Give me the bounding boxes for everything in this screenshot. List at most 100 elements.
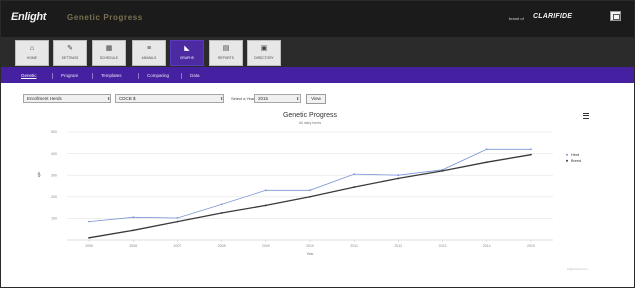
y-tick-label: 100 (51, 217, 57, 221)
x-tick-label: 2005 (85, 244, 93, 248)
toolbar-directory-button[interactable]: ▣ DIRECTORY (247, 40, 281, 66)
tab-divider (181, 73, 182, 79)
toolbar-schedule-button[interactable]: ▦ SCHEDULE (92, 40, 126, 66)
toolbar-label: SCHEDULE (99, 56, 119, 60)
module-title: Genetic Progress (67, 13, 143, 22)
wrench-icon: ✎ (67, 45, 73, 52)
toolbar-label: GRAPHS (179, 56, 195, 60)
y-tick-label: 200 (51, 195, 57, 199)
data-point-breed (530, 153, 532, 156)
x-tick-label: 2011 (350, 244, 358, 248)
year-label: Select a Year (231, 96, 255, 101)
data-point-herd (176, 217, 179, 219)
chart-subtitle: All dairy herds (299, 121, 321, 125)
toolbar-label: DIRECTORY (254, 56, 274, 60)
data-point-herd (397, 174, 400, 177)
filter-bar: Enrollment Herds ⬍ CDCB $ ⬍ Select a Yea… (1, 83, 634, 107)
vendor-logo: CLARIFIDE (533, 13, 573, 20)
tab-data[interactable]: Data (190, 71, 200, 81)
x-tick-label: 2013 (439, 244, 447, 248)
data-point-herd (132, 216, 135, 219)
data-point-breed (132, 229, 135, 232)
tab-comparing[interactable]: Comparing (147, 71, 169, 81)
legend-item-breed: Breed (571, 159, 581, 163)
home-icon: ⌂ (29, 45, 35, 52)
legend-marker-breed (566, 159, 568, 162)
x-axis-title: Year (306, 252, 314, 256)
x-tick-label: 2008 (218, 244, 226, 248)
trait-select[interactable]: CDCB $ ⬍ (115, 94, 224, 103)
toolbar-home-button[interactable]: ⌂ HOME (15, 40, 49, 66)
menu-icon[interactable] (583, 113, 589, 119)
toolbar-animals-button[interactable]: ≡ ANIMALS (132, 40, 166, 66)
tab-divider (92, 73, 93, 79)
report-icon: ▤ (222, 45, 230, 52)
trait-select-value: CDCB $ (119, 96, 136, 101)
vendor-prefix: brand of (509, 16, 524, 21)
series-line-herd (89, 148, 531, 222)
data-point-breed (220, 212, 223, 214)
data-point-breed (353, 186, 356, 188)
window-restore-icon[interactable] (610, 11, 621, 21)
chevron-down-icon: ⬍ (107, 96, 111, 101)
toolbar-reports-button[interactable]: ▤ REPORTS (209, 40, 243, 66)
app-logo: Enlight (11, 11, 47, 23)
x-tick-label: 2006 (129, 244, 137, 248)
calendar-icon: ▦ (105, 45, 113, 52)
chart-title: Genetic Progress (283, 112, 338, 119)
data-point-breed (176, 220, 179, 223)
data-point-herd (485, 148, 488, 151)
sub-navigation: Genetic Program Templates Comparing Data (1, 67, 634, 83)
app-window: Enlight Genetic Progress brand of CLARIF… (0, 0, 635, 288)
data-point-herd (309, 189, 311, 192)
year-select-value: 2015 (258, 96, 269, 101)
x-tick-label: 2014 (483, 244, 491, 248)
tab-divider (138, 73, 139, 79)
herd-select-value: Enrollment Herds (27, 96, 62, 101)
chart-area: Genetic Progress All dairy herds 100 200 300… (1, 107, 634, 287)
year-select[interactable]: 2015 ⬍ (254, 94, 301, 103)
data-point-breed (485, 161, 488, 164)
x-tick-label: 2012 (394, 244, 402, 248)
data-point-breed (309, 195, 311, 198)
data-point-herd (220, 203, 223, 206)
x-tick-label: 2009 (262, 244, 270, 248)
toolbar-label: SETTINGS (61, 56, 79, 60)
data-point-herd (353, 173, 356, 176)
x-tick-label: 2010 (306, 244, 314, 248)
toolbar-label: REPORTS (217, 56, 235, 60)
genetic-progress-chart: Genetic Progress All dairy herds 100 200 300… (38, 112, 582, 256)
chart-credit: Highcharts.com (567, 267, 588, 271)
y-tick-label: 300 (51, 173, 57, 177)
tab-divider (52, 73, 53, 79)
x-tick-label: 2007 (174, 244, 182, 248)
toolbar-label: ANIMALS (141, 56, 157, 60)
tab-templates[interactable]: Templates (101, 71, 122, 81)
folder-icon: ▣ (260, 45, 268, 52)
data-point-breed (397, 177, 400, 180)
toolbar-settings-button[interactable]: ✎ SETTINGS (53, 40, 87, 66)
toolbar-label: HOME (27, 56, 37, 60)
data-point-herd (530, 148, 532, 151)
x-tick-label: 2015 (527, 244, 535, 248)
legend-item-herd: Herd (571, 153, 579, 157)
main-toolbar: ⌂ HOME ✎ SETTINGS ▦ SCHEDULE ≡ ANIMALS ◣… (1, 37, 634, 67)
data-point-breed (264, 204, 267, 207)
data-point-breed (88, 236, 90, 239)
chart-icon: ◣ (184, 45, 190, 52)
data-point-breed (441, 169, 444, 172)
legend-marker-herd (566, 153, 568, 156)
y-tick-label: 400 (51, 152, 57, 156)
herd-select[interactable]: Enrollment Herds ⬍ (23, 94, 111, 103)
toolbar-graphs-button[interactable]: ◣ GRAPHS (170, 40, 204, 66)
data-point-herd (264, 189, 267, 192)
tab-genetic[interactable]: Genetic (21, 71, 37, 81)
view-button[interactable]: View (306, 94, 326, 104)
y-axis-title: $ (38, 172, 41, 178)
data-point-herd (88, 220, 90, 223)
list-icon: ≡ (146, 45, 152, 52)
tab-program[interactable]: Program (61, 71, 78, 81)
chevron-down-icon: ⬍ (220, 96, 224, 101)
title-bar: Enlight Genetic Progress brand of CLARIF… (1, 1, 634, 37)
chevron-down-icon: ⬍ (296, 96, 300, 101)
